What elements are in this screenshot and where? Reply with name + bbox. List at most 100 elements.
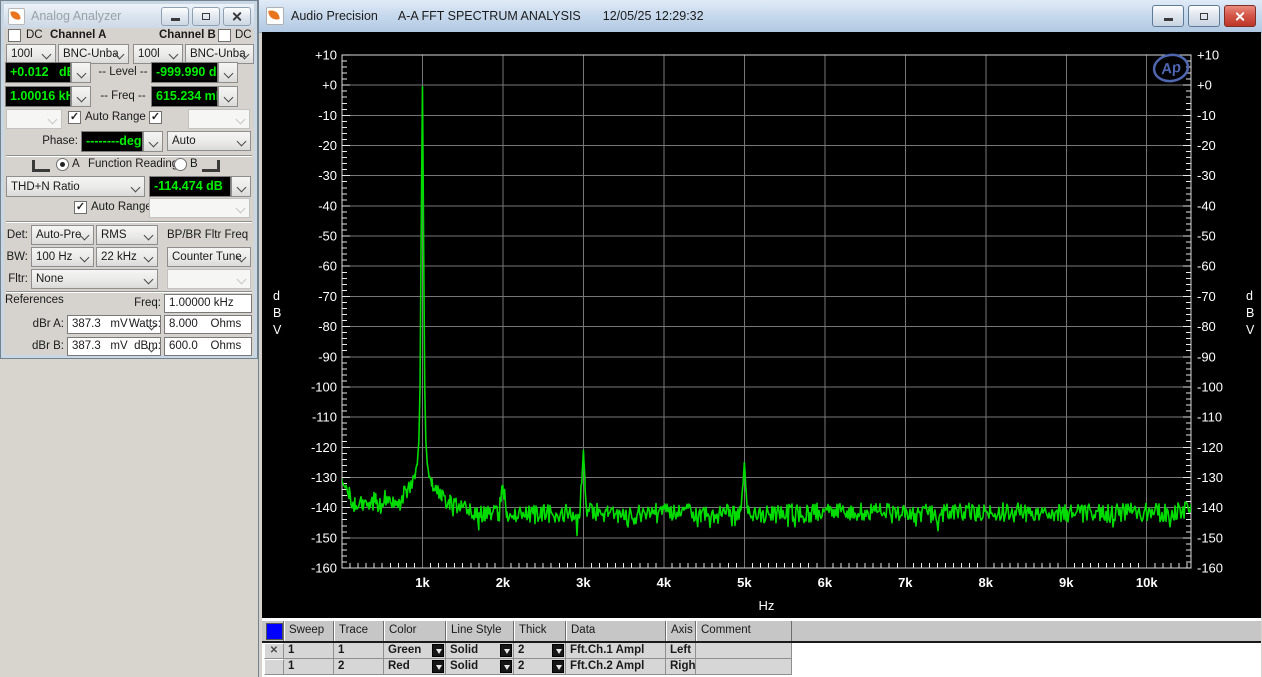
- column-header-thick[interactable]: Thick: [514, 621, 566, 641]
- function-reading-b-label: B: [190, 158, 198, 170]
- column-header-axis[interactable]: Axis: [666, 621, 696, 641]
- ap-logo-text: Ap: [1159, 59, 1182, 79]
- watts-input[interactable]: 8.000 Ohms: [164, 315, 252, 334]
- function-reading-display[interactable]: -114.474 dB: [149, 176, 251, 197]
- bpbr-freq-select[interactable]: [167, 269, 251, 289]
- detector-select[interactable]: Auto-Pre: [31, 225, 94, 245]
- cell-trace[interactable]: 1: [334, 643, 384, 659]
- range-b-select[interactable]: [188, 109, 250, 129]
- cell-data[interactable]: Fft.Ch.2 Ampl: [566, 659, 666, 675]
- freq-b-display[interactable]: 615.234 mHz: [151, 86, 239, 107]
- y-axis-label-right: -130: [1197, 470, 1223, 485]
- restore-icon: [1200, 12, 1208, 20]
- cell-color[interactable]: Red: [384, 659, 446, 675]
- analog-analyzer-window: Analog Analyzer DC Channel A Channel B D…: [0, 0, 258, 359]
- bpbr-fltr-freq-label: BP/BR Fltr Freq: [167, 229, 249, 241]
- range-a-select[interactable]: [6, 109, 62, 129]
- selector-column-header[interactable]: [264, 621, 284, 641]
- dropdown-button[interactable]: [500, 660, 512, 673]
- y-axis-label-left: +10: [315, 48, 337, 63]
- spectrum-trace-ch1: [342, 85, 1191, 537]
- chevron-down-icon: [47, 114, 58, 125]
- audio-precision-titlebar[interactable]: Audio Precision A-A FFT SPECTRUM ANALYSI…: [259, 0, 1262, 33]
- minimize-button[interactable]: [161, 6, 189, 26]
- cell-data[interactable]: Fft.Ch.1 Ampl: [566, 643, 666, 659]
- window-title: Analog Analyzer: [31, 9, 122, 23]
- function-range-select[interactable]: [149, 198, 250, 218]
- channel-a-connector-select[interactable]: BNC-Unba: [58, 44, 129, 64]
- x-axis-label: 4k: [657, 575, 672, 590]
- dropdown-button[interactable]: [552, 660, 564, 673]
- analog-analyzer-titlebar[interactable]: Analog Analyzer: [4, 4, 254, 28]
- bw-low-select[interactable]: 100 Hz: [31, 247, 94, 267]
- function-reading-b-radio[interactable]: [174, 158, 187, 171]
- cell-comment[interactable]: [696, 659, 792, 675]
- analog-analyzer-body: DC Channel A Channel B DC 100l BNC-Unba …: [4, 28, 254, 356]
- close-button[interactable]: [1224, 5, 1256, 27]
- dc-coupling-a-checkbox[interactable]: [8, 29, 21, 42]
- channel-b-impedance-select[interactable]: 100l: [133, 44, 183, 64]
- auto-range-a-checkbox[interactable]: ✓: [68, 111, 81, 124]
- column-header-sweep[interactable]: Sweep: [284, 621, 334, 641]
- minimize-button[interactable]: [1152, 5, 1184, 27]
- cell-color[interactable]: Green: [384, 643, 446, 659]
- ref-freq-input[interactable]: 1.00000 kHz: [164, 294, 252, 313]
- row-select-button[interactable]: ✕: [264, 643, 284, 659]
- phase-label: Phase:: [42, 135, 78, 147]
- cell-line-style[interactable]: Solid: [446, 643, 514, 659]
- cell-sweep[interactable]: 1: [284, 659, 334, 675]
- row-select-button[interactable]: [264, 659, 284, 675]
- x-axis-label: 3k: [576, 575, 591, 590]
- level-b-display[interactable]: -999.990 dBV: [151, 62, 239, 83]
- y-axis-title-left: B: [273, 306, 281, 320]
- dropdown-button[interactable]: [552, 644, 564, 657]
- detector-type-select[interactable]: RMS: [96, 225, 158, 245]
- cell-sweep[interactable]: 1: [284, 643, 334, 659]
- level-a-display[interactable]: +0.012 dBV: [5, 62, 92, 83]
- cell-trace[interactable]: 2: [334, 659, 384, 675]
- dropdown-button[interactable]: [432, 644, 444, 657]
- auto-range-label: Auto Range: [85, 111, 146, 123]
- function-reading-a-radio[interactable]: [56, 158, 69, 171]
- auto-range-b-checkbox[interactable]: ✓: [149, 111, 162, 124]
- fft-spectrum-chart[interactable]: +10 +10 +0 +0 -10 -10 -20 -20 -30 -30 -40 -40 -50 -50…: [262, 32, 1261, 618]
- column-header-comment[interactable]: Comment: [696, 621, 792, 641]
- dc-coupling-b-checkbox[interactable]: [218, 29, 231, 42]
- table-row: 1 2 Red Solid 2 Fft.Ch.2 Ampl Righ: [262, 659, 1261, 675]
- dropdown-button[interactable]: [432, 660, 444, 673]
- y-axis-title-right: d: [1246, 289, 1253, 303]
- function-auto-range-checkbox[interactable]: ✓: [74, 201, 87, 214]
- restore-button[interactable]: [1188, 5, 1220, 27]
- x-axis-label: 8k: [979, 575, 994, 590]
- column-header-trace[interactable]: Trace: [334, 621, 384, 641]
- cell-line-style[interactable]: Solid: [446, 659, 514, 675]
- function-select[interactable]: THD+N Ratio: [6, 176, 145, 197]
- maximize-button[interactable]: [192, 6, 220, 26]
- spectrum-plot[interactable]: +10 +10 +0 +0 -10 -10 -20 -20 -30 -30 -40 -40 -50 -50…: [262, 32, 1261, 618]
- chevron-down-icon: [143, 230, 154, 241]
- det-label: Det:: [6, 229, 28, 241]
- counter-tune-select[interactable]: Counter Tune: [167, 247, 251, 267]
- bw-high-select[interactable]: 22 kHz: [96, 247, 158, 267]
- column-header-color[interactable]: Color: [384, 621, 446, 641]
- channel-b-connector-select[interactable]: BNC-Unba: [185, 44, 254, 64]
- filter-select[interactable]: None: [31, 269, 158, 289]
- cell-axis[interactable]: Left: [666, 643, 696, 659]
- chevron-down-icon: [143, 252, 154, 263]
- dbm-input[interactable]: 600.0 Ohms: [164, 337, 252, 356]
- phase-display[interactable]: --------deg: [81, 131, 163, 152]
- cell-thick[interactable]: 2: [514, 659, 566, 675]
- channel-a-impedance-select[interactable]: 100l: [6, 44, 56, 64]
- cell-thick[interactable]: 2: [514, 643, 566, 659]
- y-axis-label-left: -50: [318, 229, 337, 244]
- channel-a-label: Channel A: [50, 29, 107, 41]
- column-header-data[interactable]: Data: [566, 621, 666, 641]
- y-axis-label-left: -120: [311, 440, 337, 455]
- cell-axis[interactable]: Righ: [666, 659, 696, 675]
- phase-mode-select[interactable]: Auto: [167, 131, 251, 151]
- freq-a-display[interactable]: 1.00016 kHz: [5, 86, 92, 107]
- close-button[interactable]: [223, 6, 251, 26]
- cell-comment[interactable]: [696, 643, 792, 659]
- dropdown-button[interactable]: [500, 644, 512, 657]
- column-header-line-style[interactable]: Line Style: [446, 621, 514, 641]
